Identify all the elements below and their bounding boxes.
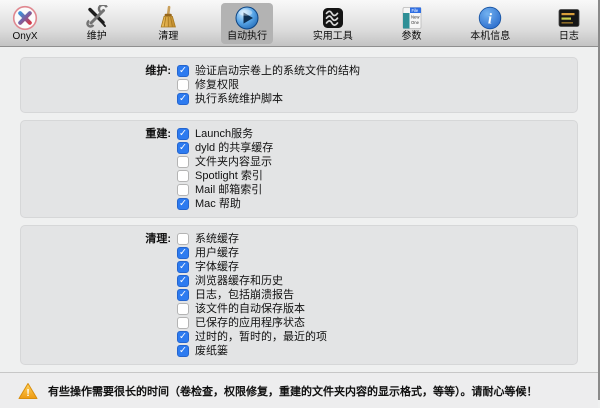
checkbox[interactable] bbox=[177, 170, 189, 182]
checkbox[interactable] bbox=[177, 128, 189, 140]
checkbox[interactable] bbox=[177, 303, 189, 315]
checkbox-row: 执行系统维护脚本 bbox=[177, 92, 567, 106]
toolbar-item-onyx[interactable]: OnyX bbox=[6, 3, 44, 44]
checkbox[interactable] bbox=[177, 198, 189, 210]
warning-triangle-icon: ! bbox=[18, 382, 38, 400]
maintenance-tools-icon bbox=[84, 5, 110, 31]
checkbox-label: 用户缓存 bbox=[195, 246, 239, 260]
checkbox-row: 过时的，暂时的，最近的项 bbox=[177, 330, 567, 344]
checkbox-row: 系统缓存 bbox=[177, 232, 567, 246]
toolbar-item-maintenance[interactable]: 维护 bbox=[78, 3, 116, 44]
checkbox-label: Spotlight 索引 bbox=[195, 169, 263, 183]
svg-text:!: ! bbox=[26, 388, 29, 399]
svg-text:New: New bbox=[411, 15, 420, 20]
checkbox-row: Launch服务 bbox=[177, 127, 567, 141]
checkbox[interactable] bbox=[177, 65, 189, 77]
section-label: 清理: bbox=[31, 232, 177, 358]
section-rows: 系统缓存 用户缓存 字体缓存 浏览器缓存和历史 日志，包括崩溃报告 该文件的自动… bbox=[177, 232, 567, 358]
checkbox[interactable] bbox=[177, 93, 189, 105]
checkbox-row: 验证启动宗卷上的系统文件的结构 bbox=[177, 64, 567, 78]
preferences-window-icon: File NewOne bbox=[399, 5, 425, 31]
checkbox[interactable] bbox=[177, 184, 189, 196]
main-content: 维护: 验证启动宗卷上的系统文件的结构 修复权限 执行系统维护脚本 重建: La… bbox=[0, 47, 598, 372]
toolbar-item-logs[interactable]: 日志 bbox=[550, 3, 588, 44]
warning-text: 有些操作需要很长的时间（卷检查，权限修复，重建的文件夹内容的显示格式，等等）。请… bbox=[48, 383, 538, 399]
checkbox-label: 过时的，暂时的，最近的项 bbox=[195, 330, 327, 344]
checkbox[interactable] bbox=[177, 331, 189, 343]
checkbox[interactable] bbox=[177, 275, 189, 287]
checkbox-label: Mac 帮助 bbox=[195, 197, 241, 211]
checkbox-row: 浏览器缓存和历史 bbox=[177, 274, 567, 288]
checkbox-label: 日志，包括崩溃报告 bbox=[195, 288, 294, 302]
checkbox-label: 已保存的应用程序状态 bbox=[195, 316, 305, 330]
onyx-window: { "app": {"title": "OnyX"}, "toolbar": {… bbox=[0, 0, 600, 400]
section-rebuild: 重建: Launch服务 dyld 的共享缓存 文件夹内容显示 Spotligh… bbox=[20, 120, 578, 218]
checkbox[interactable] bbox=[177, 142, 189, 154]
checkbox-label: 修复权限 bbox=[195, 78, 239, 92]
checkbox-row: 该文件的自动保存版本 bbox=[177, 302, 567, 316]
svg-text:File: File bbox=[411, 8, 418, 13]
checkbox[interactable] bbox=[177, 233, 189, 245]
checkbox[interactable] bbox=[177, 79, 189, 91]
toolbar: OnyX 维护 清理 自动执行 实用工具 FileNewOne 参数 i 本机信… bbox=[0, 0, 598, 47]
info-icon: i bbox=[477, 5, 503, 31]
utilities-wrenches-icon bbox=[320, 5, 346, 31]
checkbox-row: Mac 帮助 bbox=[177, 197, 567, 211]
onyx-logo-icon bbox=[12, 5, 38, 31]
section-rows: 验证启动宗卷上的系统文件的结构 修复权限 执行系统维护脚本 bbox=[177, 64, 567, 106]
checkbox[interactable] bbox=[177, 247, 189, 259]
checkbox-row: Mail 邮箱索引 bbox=[177, 183, 567, 197]
section-label: 重建: bbox=[31, 127, 177, 211]
checkbox-label: Mail 邮箱索引 bbox=[195, 183, 262, 197]
toolbar-item-system-info[interactable]: i 本机信息 bbox=[464, 3, 516, 44]
checkbox[interactable] bbox=[177, 156, 189, 168]
svg-text:One: One bbox=[411, 20, 420, 25]
checkbox-label: Launch服务 bbox=[195, 127, 253, 141]
log-terminal-icon bbox=[556, 5, 582, 31]
toolbar-item-utilities[interactable]: 实用工具 bbox=[307, 3, 359, 44]
checkbox[interactable] bbox=[177, 289, 189, 301]
footer-warning-bar: ! 有些操作需要很长的时间（卷检查，权限修复，重建的文件夹内容的显示格式，等等）… bbox=[0, 372, 598, 408]
checkbox-row: 字体缓存 bbox=[177, 260, 567, 274]
checkbox-label: 废纸篓 bbox=[195, 344, 228, 358]
section-maintenance: 维护: 验证启动宗卷上的系统文件的结构 修复权限 执行系统维护脚本 bbox=[20, 57, 578, 113]
checkbox-label: 验证启动宗卷上的系统文件的结构 bbox=[195, 64, 360, 78]
checkbox-row: 废纸篓 bbox=[177, 344, 567, 358]
checkbox[interactable] bbox=[177, 261, 189, 273]
checkbox-label: dyld 的共享缓存 bbox=[195, 141, 273, 155]
broom-icon bbox=[155, 5, 181, 31]
toolbar-item-cleaning[interactable]: 清理 bbox=[149, 3, 187, 44]
checkbox-label: 该文件的自动保存版本 bbox=[195, 302, 305, 316]
checkbox-row: 修复权限 bbox=[177, 78, 567, 92]
checkbox-label: 系统缓存 bbox=[195, 232, 239, 246]
checkbox[interactable] bbox=[177, 317, 189, 329]
checkbox-label: 文件夹内容显示 bbox=[195, 155, 272, 169]
toolbar-item-parameters[interactable]: FileNewOne 参数 bbox=[393, 3, 431, 44]
checkbox-row: 已保存的应用程序状态 bbox=[177, 316, 567, 330]
toolbar-item-automation[interactable]: 自动执行 bbox=[221, 3, 273, 44]
checkbox-row: Spotlight 索引 bbox=[177, 169, 567, 183]
checkbox-row: 文件夹内容显示 bbox=[177, 155, 567, 169]
checkbox[interactable] bbox=[177, 345, 189, 357]
checkbox-row: dyld 的共享缓存 bbox=[177, 141, 567, 155]
section-rows: Launch服务 dyld 的共享缓存 文件夹内容显示 Spotlight 索引… bbox=[177, 127, 567, 211]
checkbox-row: 日志，包括崩溃报告 bbox=[177, 288, 567, 302]
checkbox-label: 字体缓存 bbox=[195, 260, 239, 274]
section-cleaning: 清理: 系统缓存 用户缓存 字体缓存 浏览器缓存和历史 日志，包括崩溃报告 该文… bbox=[20, 225, 578, 365]
checkbox-label: 浏览器缓存和历史 bbox=[195, 274, 283, 288]
play-icon bbox=[234, 5, 260, 31]
section-label: 维护: bbox=[31, 64, 177, 106]
checkbox-label: 执行系统维护脚本 bbox=[195, 92, 283, 106]
checkbox-row: 用户缓存 bbox=[177, 246, 567, 260]
